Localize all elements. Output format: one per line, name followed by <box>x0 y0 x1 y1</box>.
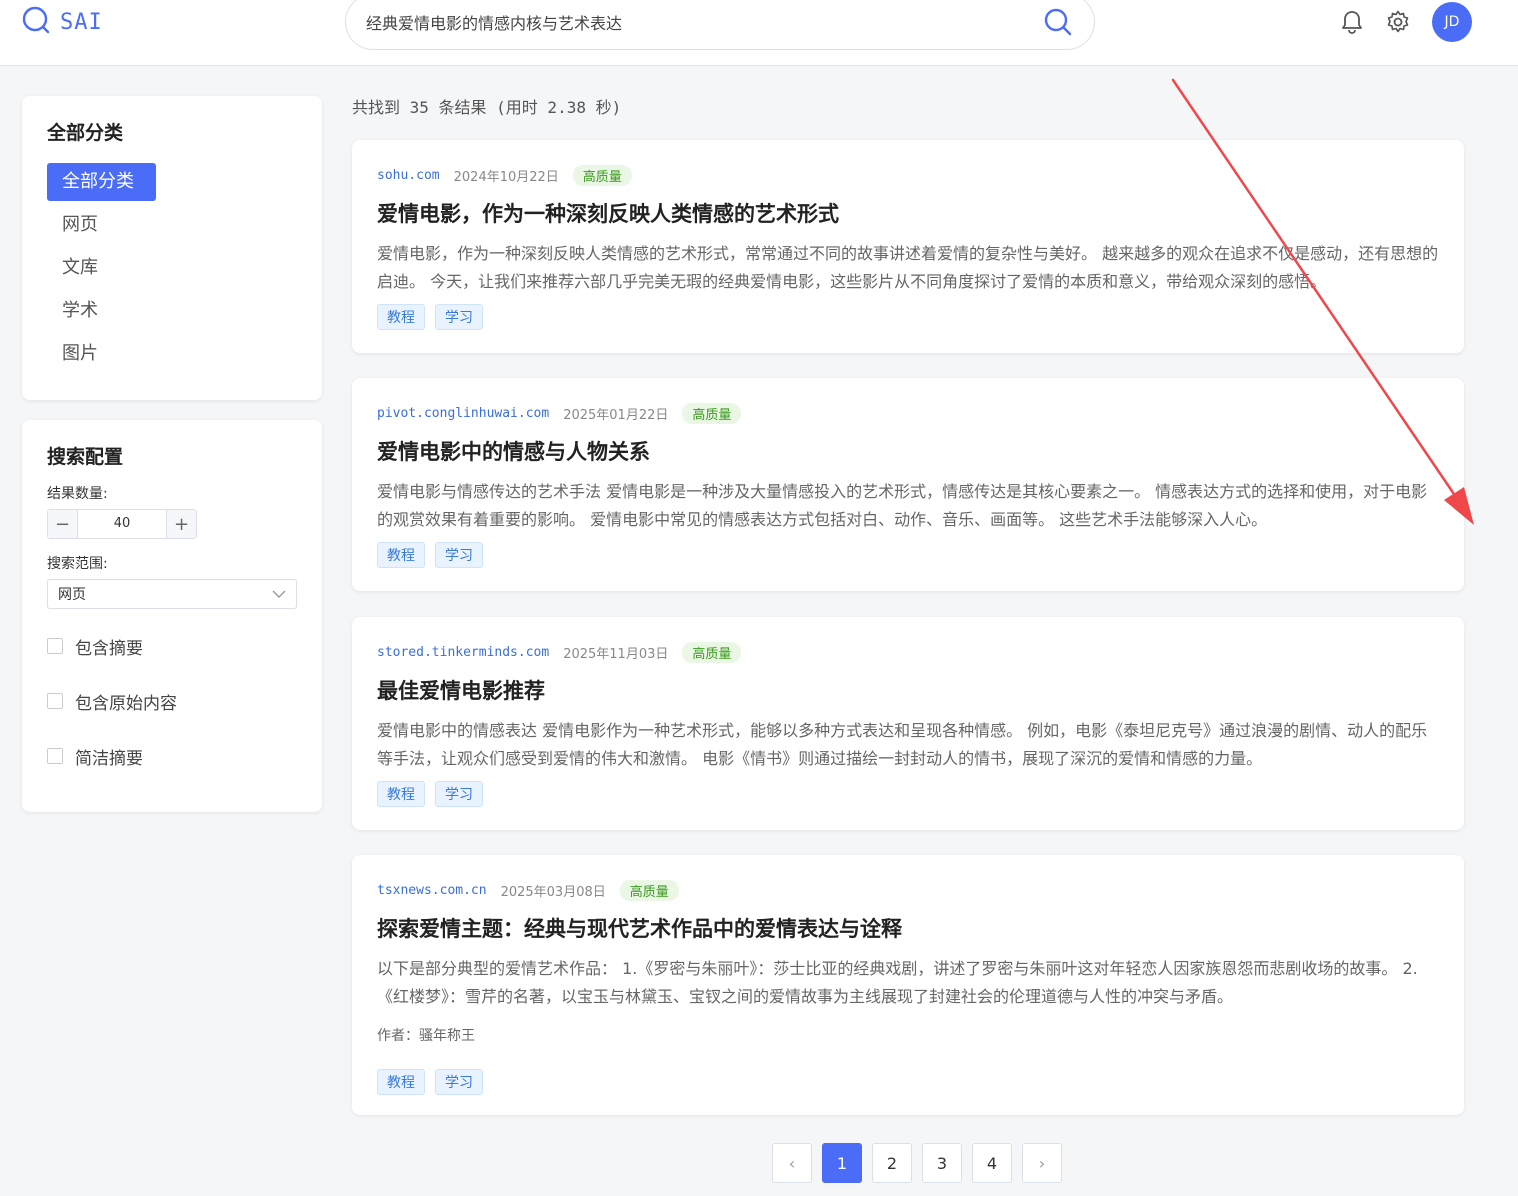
result-snippet: 爱情电影中的情感表达 爱情电影作为一种艺术形式，能够以多种方式表达和呈现各种情感… <box>377 721 1428 768</box>
include-raw-content-label: 包含原始内容 <box>75 693 177 714</box>
result-date: 2024年10月22日 <box>453 169 559 185</box>
category-item-images[interactable]: 图片 <box>47 335 113 373</box>
result-title[interactable]: 最佳爱情电影推荐 <box>377 675 1439 705</box>
quality-badge: 高质量 <box>572 164 632 186</box>
concise-summary-label: 简洁摘要 <box>75 748 143 769</box>
result-date: 2025年11月03日 <box>563 646 669 662</box>
category-item-web[interactable]: 网页 <box>47 206 113 244</box>
result-tag[interactable]: 教程 <box>377 542 425 568</box>
page-button-1[interactable]: 1 <box>822 1143 862 1183</box>
search-scope-value: 网页 <box>58 587 86 603</box>
category-item-academic[interactable]: 学术 <box>47 292 113 330</box>
include-summary-label: 包含摘要 <box>75 638 143 659</box>
result-snippet: 爱情电影与情感传达的艺术手法 爱情电影是一种涉及大量情感投入的艺术形式，情感传达… <box>377 482 1428 529</box>
result-domain[interactable]: pivot.conglinhuwai.com <box>377 406 549 421</box>
result-tag[interactable]: 学习 <box>435 304 483 330</box>
result-snippet: 爱情电影，作为一种深刻反映人类情感的艺术形式，常常通过不同的故事讲述着爱情的复杂… <box>377 244 1439 291</box>
result-count-label: 结果数量: <box>47 486 108 502</box>
category-item-library[interactable]: 文库 <box>47 249 113 287</box>
results-summary: 共找到 35 条结果 (用时 2.38 秒) <box>352 98 622 117</box>
include-summary-option[interactable]: 包含摘要 <box>47 631 297 661</box>
include-raw-content-checkbox[interactable] <box>47 693 63 709</box>
quality-badge: 高质量 <box>682 402 742 424</box>
concise-summary-option[interactable]: 简洁摘要 <box>47 741 297 771</box>
top-header: SAI JD <box>0 0 1518 66</box>
search-scope-label: 搜索范围: <box>47 556 108 572</box>
result-domain[interactable]: stored.tinkerminds.com <box>377 645 549 660</box>
result-tag[interactable]: 教程 <box>377 304 425 330</box>
result-date: 2025年01月22日 <box>563 407 669 423</box>
search-bar <box>345 0 1095 50</box>
decrement-button[interactable]: − <box>48 510 78 538</box>
result-title[interactable]: 探索爱情主题：经典与现代艺术作品中的爱情表达与诠释 <box>377 913 1439 943</box>
search-input[interactable] <box>366 12 1042 32</box>
result-title[interactable]: 爱情电影中的情感与人物关系 <box>377 436 1439 466</box>
pagination: ‹ 1 2 3 4 › <box>772 1143 1062 1183</box>
result-count-value[interactable]: 40 <box>78 510 166 538</box>
result-card: pivot.conglinhuwai.com 2025年01月22日 高质量 爱… <box>352 378 1464 591</box>
page-button-2[interactable]: 2 <box>872 1143 912 1183</box>
result-tag[interactable]: 学习 <box>435 781 483 807</box>
bell-icon[interactable] <box>1340 10 1364 34</box>
quality-badge: 高质量 <box>682 641 742 663</box>
page-button-4[interactable]: 4 <box>972 1143 1012 1183</box>
search-icon <box>1044 8 1072 36</box>
gear-icon[interactable] <box>1386 10 1410 34</box>
result-domain[interactable]: tsxnews.com.cn <box>377 883 487 898</box>
concise-summary-checkbox[interactable] <box>47 748 63 764</box>
category-panel: 全部分类 全部分类 网页 文库 学术 图片 <box>22 96 322 400</box>
result-domain[interactable]: sohu.com <box>377 168 440 183</box>
include-summary-checkbox[interactable] <box>47 638 63 654</box>
category-item-all[interactable]: 全部分类 <box>47 163 156 201</box>
avatar[interactable]: JD <box>1432 2 1472 42</box>
logo[interactable]: SAI <box>22 6 103 38</box>
increment-button[interactable]: + <box>166 510 196 538</box>
config-panel-title: 搜索配置 <box>47 446 124 468</box>
search-config-panel: 搜索配置 结果数量: − 40 + 搜索范围: 网页 包含摘要 包含原始内容 简… <box>22 420 322 812</box>
result-card: sohu.com 2024年10月22日 高质量 爱情电影，作为一种深刻反映人类… <box>352 140 1464 353</box>
result-tag[interactable]: 教程 <box>377 1069 425 1095</box>
quality-badge: 高质量 <box>619 879 679 901</box>
logo-text: SAI <box>60 9 103 35</box>
result-snippet: 以下是部分典型的爱情艺术作品： 1.《罗密与朱丽叶》：莎士比亚的经典戏剧，讲述了… <box>377 959 1418 1006</box>
category-panel-title: 全部分类 <box>47 122 124 144</box>
result-title[interactable]: 爱情电影，作为一种深刻反映人类情感的艺术形式 <box>377 198 1439 228</box>
page-button-3[interactable]: 3 <box>922 1143 962 1183</box>
search-button[interactable] <box>1042 6 1074 38</box>
result-card: stored.tinkerminds.com 2025年11月03日 高质量 最… <box>352 617 1464 830</box>
prev-page-button[interactable]: ‹ <box>772 1143 812 1183</box>
result-tag[interactable]: 教程 <box>377 781 425 807</box>
header-actions: JD <box>1340 2 1472 42</box>
include-raw-content-option[interactable]: 包含原始内容 <box>47 686 297 716</box>
result-count-stepper: − 40 + <box>47 509 197 539</box>
result-card: tsxnews.com.cn 2025年03月08日 高质量 探索爱情主题：经典… <box>352 855 1464 1115</box>
chevron-down-icon <box>272 586 286 602</box>
result-date: 2025年03月08日 <box>500 884 606 900</box>
result-tag[interactable]: 学习 <box>435 542 483 568</box>
result-tag[interactable]: 学习 <box>435 1069 483 1095</box>
result-author: 作者：骚年称王 <box>377 1028 475 1044</box>
next-page-button[interactable]: › <box>1022 1143 1062 1183</box>
search-logo-icon <box>22 6 50 38</box>
search-scope-select[interactable]: 网页 <box>47 579 297 609</box>
